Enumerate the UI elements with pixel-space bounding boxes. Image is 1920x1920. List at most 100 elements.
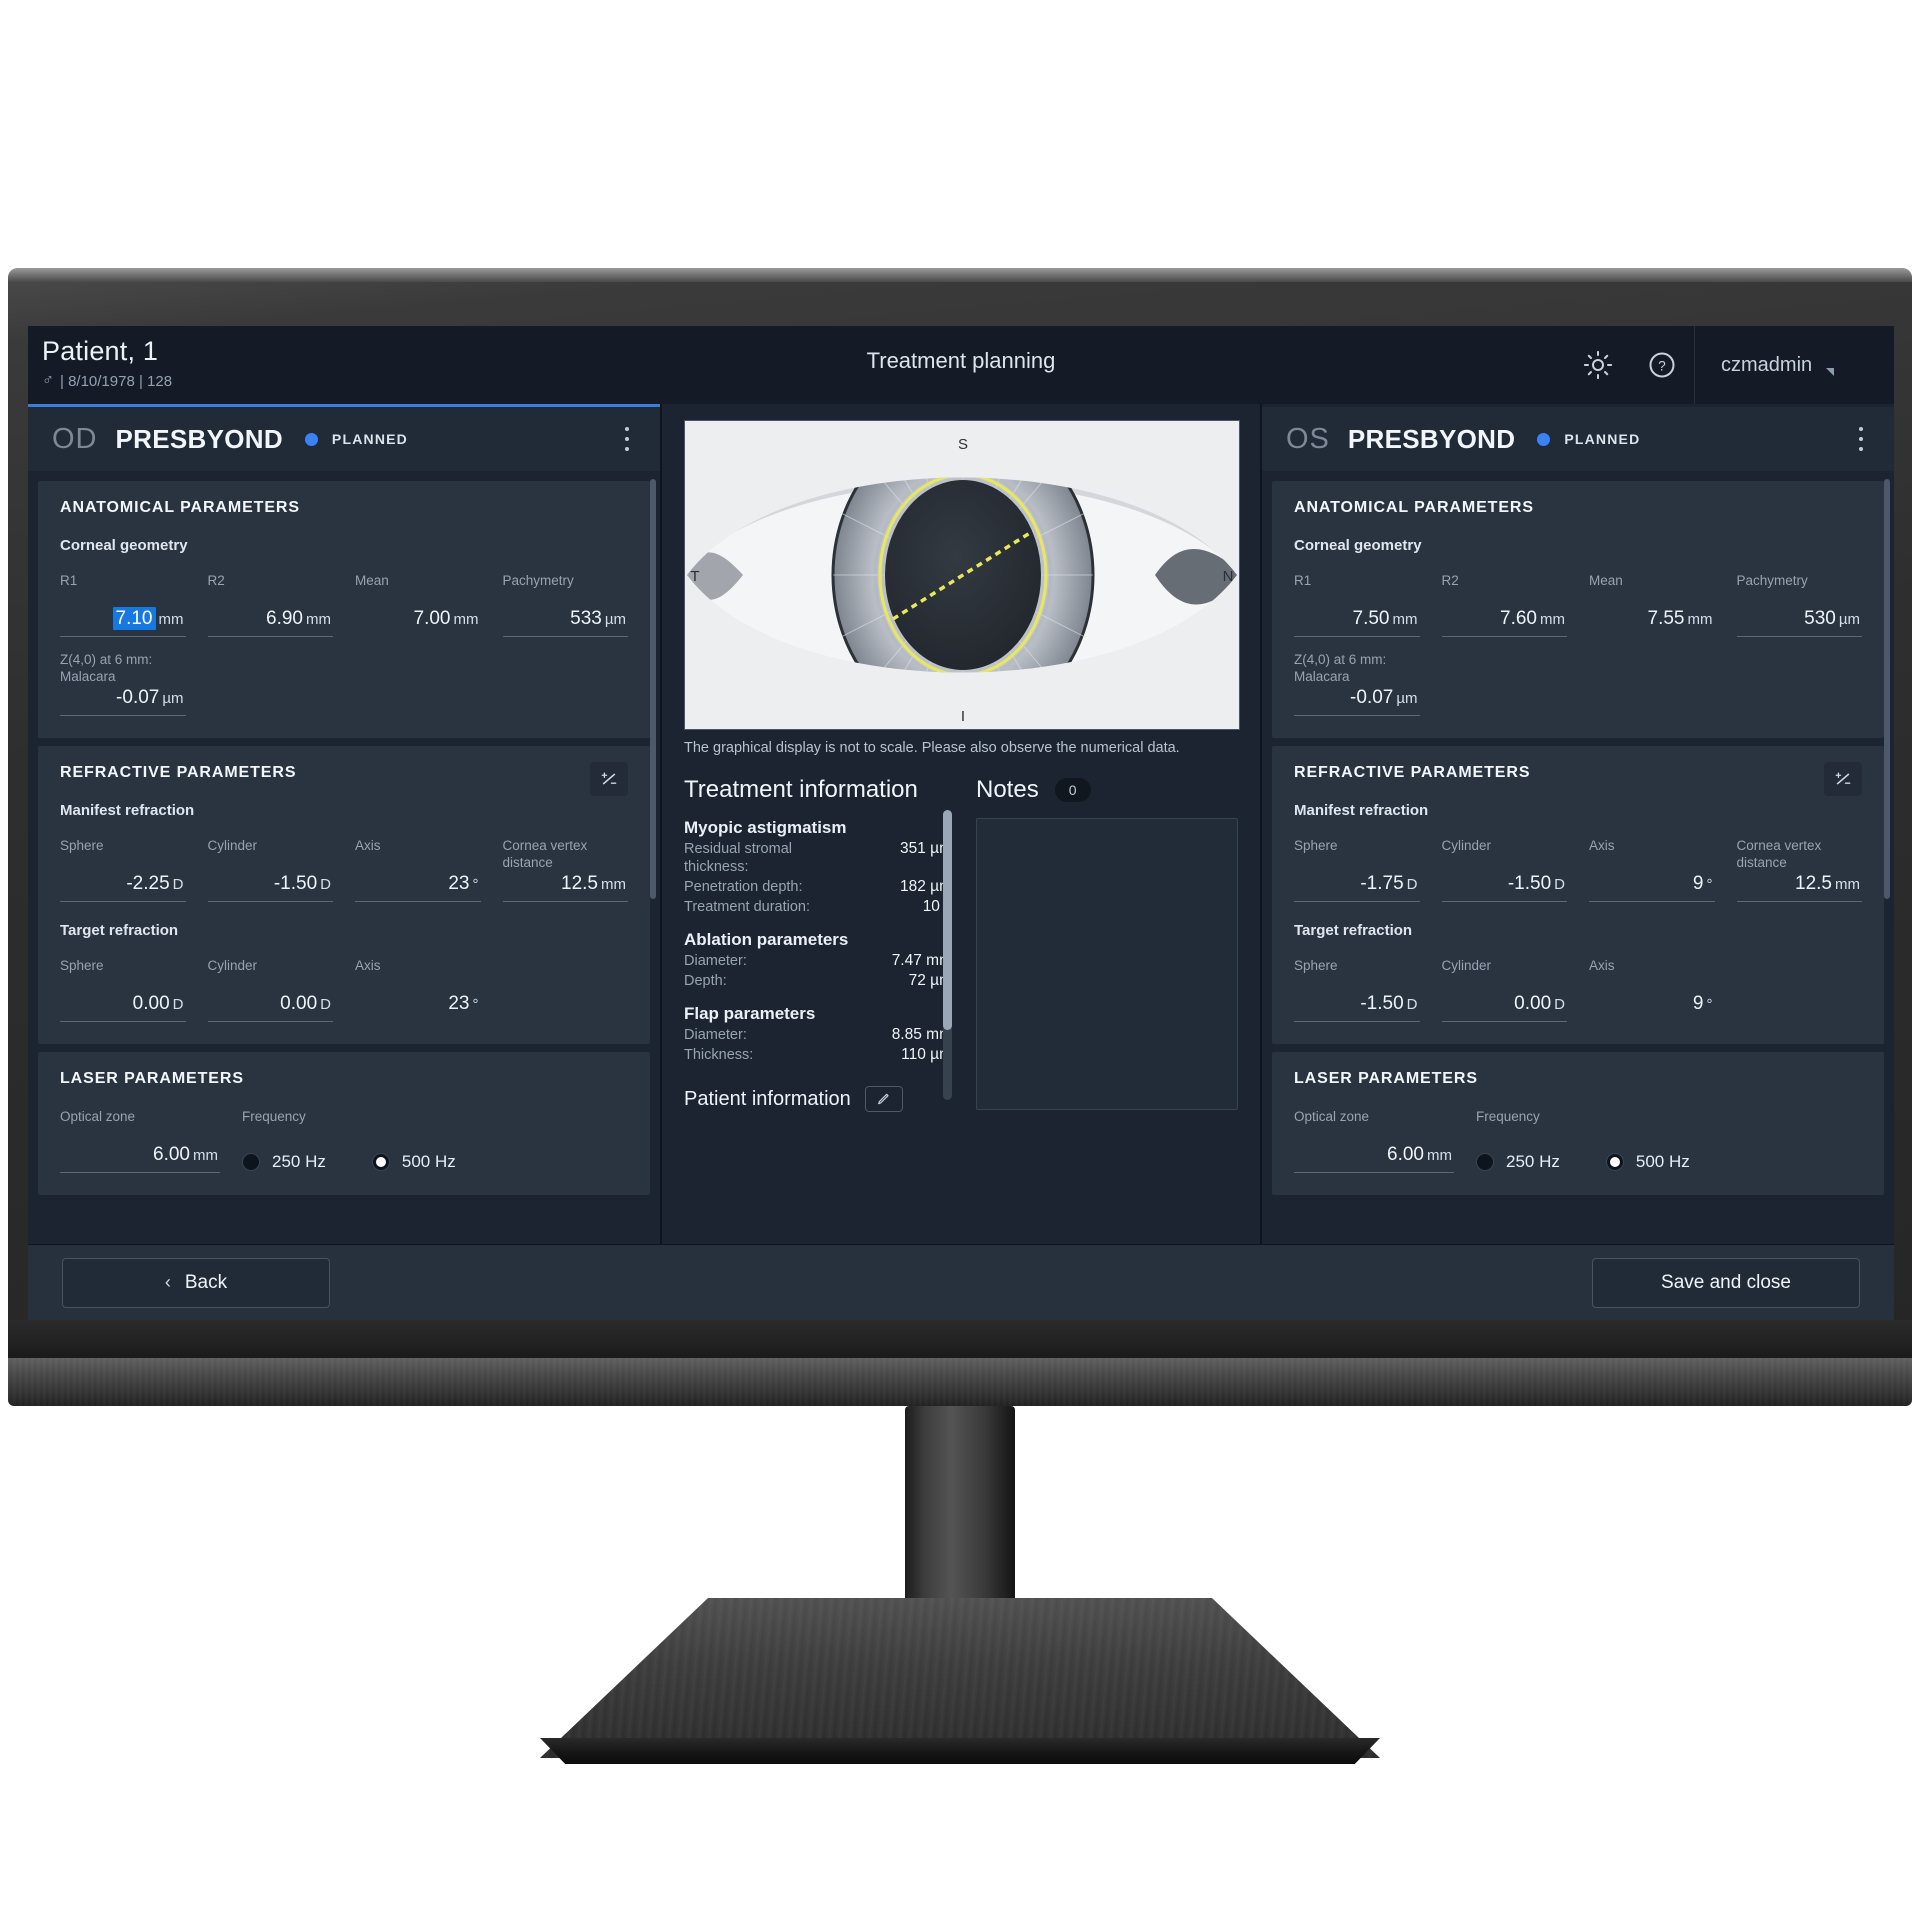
od-target-cylinder-field[interactable]: Cylinder 0.00 D <box>207 957 333 1022</box>
od-pachymetry-field[interactable]: Pachymetry 533 µm <box>502 572 628 637</box>
od-sign-toggle-button[interactable] <box>590 762 628 796</box>
od-status-dot-icon <box>304 432 318 446</box>
os-pachymetry-field[interactable]: Pachymetry 530 µm <box>1736 572 1862 637</box>
od-target-sphere-input[interactable]: 0.00 D <box>60 991 186 1022</box>
os-target-sphere-input[interactable]: -1.50 D <box>1294 991 1420 1022</box>
od-zernike-input[interactable]: -0.07 µm <box>60 685 186 716</box>
eye-label-temporal: T <box>690 568 699 585</box>
os-zernike-field[interactable]: Z(4,0) at 6 mm: Malacara -0.07 µm <box>1294 651 1420 716</box>
os-r1-field[interactable]: R1 7.50 mm <box>1294 572 1420 637</box>
od-cvd-field[interactable]: Cornea vertex distance 12.5 mm <box>502 837 628 902</box>
plus-minus-icon <box>601 772 617 785</box>
od-manifest-axis-input[interactable]: 23 ° <box>355 871 481 902</box>
os-scrollbar[interactable] <box>1884 479 1890 899</box>
os-zernike-fields: Z(4,0) at 6 mm: Malacara -0.07 µm <box>1294 651 1862 716</box>
info-area: Treatment information Myopic astigmatism… <box>662 776 1260 1244</box>
notes-panel: Notes 0 <box>962 776 1260 1244</box>
od-optical-zone-label: Optical zone <box>60 1109 136 1124</box>
os-r1-input[interactable]: 7.50 mm <box>1294 606 1420 637</box>
os-optical-zone-field[interactable]: Optical zone 6.00 mm <box>1294 1108 1454 1173</box>
od-zernike-field[interactable]: Z(4,0) at 6 mm: Malacara -0.07 µm <box>60 651 186 716</box>
os-spacer-3 <box>1737 651 1863 716</box>
od-frequency-radios: 250 Hz 500 Hz <box>242 1152 628 1172</box>
od-cvd-input[interactable]: 12.5 mm <box>502 871 628 902</box>
od-zernike-fields: Z(4,0) at 6 mm: Malacara -0.07 µm <box>60 651 628 716</box>
treatment-planning-app: Patient, 1 ♂ | 8/10/1978 | 128 Treatment… <box>28 326 1894 1320</box>
od-optical-zone-input[interactable]: 6.00 mm <box>60 1142 220 1173</box>
od-laser-title: LASER PARAMETERS <box>60 1070 244 1087</box>
od-pachymetry-input[interactable]: 533 µm <box>502 606 628 637</box>
od-manifest-cylinder-label: Cylinder <box>207 838 258 853</box>
od-manifest-sphere-field[interactable]: Sphere -2.25 D <box>60 837 186 902</box>
eye-diagram[interactable]: S I T N <box>684 420 1240 730</box>
edit-patient-info-button[interactable] <box>864 1086 903 1112</box>
os-optical-zone-input[interactable]: 6.00 mm <box>1294 1142 1454 1173</box>
help-button[interactable]: ? <box>1630 326 1694 404</box>
os-manifest-axis-input[interactable]: 9 ° <box>1589 871 1715 902</box>
chevron-down-icon <box>1826 368 1835 376</box>
od-frequency-250-radio[interactable]: 250 Hz <box>242 1152 326 1172</box>
os-target-axis-label: Axis <box>1589 958 1615 973</box>
os-target-cylinder-label: Cylinder <box>1441 958 1492 973</box>
os-target-sphere-field[interactable]: Sphere -1.50 D <box>1294 957 1420 1022</box>
user-menu[interactable]: czmadmin <box>1694 326 1894 404</box>
ti-row: Penetration depth: 182 µm <box>684 878 952 896</box>
os-frequency-250-radio[interactable]: 250 Hz <box>1476 1152 1560 1172</box>
os-sign-toggle-button[interactable] <box>1824 762 1862 796</box>
os-manifest-sphere-label: Sphere <box>1294 838 1338 853</box>
od-refractive-title: REFRACTIVE PARAMETERS <box>60 764 297 781</box>
ti-row: Treatment duration: 10 s <box>684 898 952 916</box>
back-button[interactable]: ‹ Back <box>62 1257 330 1308</box>
os-target-fields: Sphere -1.50 D Cylinder 0.00 D Axis 9 ° <box>1294 957 1862 1022</box>
od-manifest-axis-field[interactable]: Axis 23 ° <box>355 837 481 902</box>
od-target-sphere-field[interactable]: Sphere 0.00 D <box>60 957 186 1022</box>
os-manifest-cylinder-input[interactable]: -1.50 D <box>1441 871 1567 902</box>
monitor-screen: Patient, 1 ♂ | 8/10/1978 | 128 Treatment… <box>28 326 1894 1320</box>
os-cvd-field[interactable]: Cornea vertex distance 12.5 mm <box>1736 837 1862 902</box>
os-manifest-cylinder-field[interactable]: Cylinder -1.50 D <box>1441 837 1567 902</box>
save-and-close-button[interactable]: Save and close <box>1592 1257 1860 1308</box>
os-manifest-axis-field[interactable]: Axis 9 ° <box>1589 837 1715 902</box>
od-r1-field[interactable]: R1 7.10 mm <box>60 572 186 637</box>
os-zernike-input[interactable]: -0.07 µm <box>1294 685 1420 716</box>
svg-text:?: ? <box>1658 359 1666 374</box>
od-frequency-500-radio[interactable]: 500 Hz <box>371 1152 456 1172</box>
ti-row-key: Residual stromal thickness: <box>684 841 792 875</box>
os-pachymetry-input[interactable]: 530 µm <box>1736 606 1862 637</box>
od-manifest-cylinder-input[interactable]: -1.50 D <box>207 871 333 902</box>
od-target-cylinder-input[interactable]: 0.00 D <box>207 991 333 1022</box>
os-more-menu-icon[interactable] <box>1848 425 1874 453</box>
save-and-close-label: Save and close <box>1661 1271 1791 1293</box>
os-cvd-input[interactable]: 12.5 mm <box>1736 871 1862 902</box>
os-r2-field[interactable]: R2 7.60 mm <box>1441 572 1567 637</box>
user-name: czmadmin <box>1721 353 1813 376</box>
os-corneal-geometry-label: Corneal geometry <box>1294 537 1422 554</box>
od-r2-field[interactable]: R2 6.90 mm <box>207 572 333 637</box>
notes-textarea[interactable] <box>976 818 1238 1110</box>
od-scrollbar[interactable] <box>650 479 656 899</box>
od-frequency-500-label: 500 Hz <box>401 1152 456 1171</box>
od-more-menu-icon[interactable] <box>614 425 640 453</box>
os-target-cylinder-input[interactable]: 0.00 D <box>1441 991 1567 1022</box>
ti-row: Depth: 72 µm <box>684 972 952 990</box>
os-manifest-sphere-input[interactable]: -1.75 D <box>1294 871 1420 902</box>
od-manifest-sphere-input[interactable]: -2.25 D <box>60 871 186 902</box>
od-target-axis-value: 23 ° <box>448 993 479 1014</box>
od-optical-zone-field[interactable]: Optical zone 6.00 mm <box>60 1108 220 1173</box>
os-manifest-fields: Sphere -1.75D Cylinder -1.50D Axis 9° <box>1294 837 1862 902</box>
os-manifest-sphere-field[interactable]: Sphere -1.75 D <box>1294 837 1420 902</box>
os-frequency-500-radio[interactable]: 500 Hz <box>1605 1152 1690 1172</box>
brightness-button[interactable] <box>1566 326 1630 404</box>
od-corneal-fields: R1 7.10 mm R2 6.90 mm Mean 7.00 mm Pachy… <box>60 572 628 637</box>
radio-unchecked-icon <box>242 1153 260 1171</box>
od-r2-input[interactable]: 6.90 mm <box>207 606 333 637</box>
os-frequency-field: Frequency 250 Hz 500 Hz <box>1476 1108 1862 1173</box>
monitor-bottom-bezel <box>8 1358 1912 1406</box>
os-r2-input[interactable]: 7.60 mm <box>1441 606 1567 637</box>
od-r1-input[interactable]: 7.10 mm <box>60 606 186 637</box>
patient-block[interactable]: Patient, 1 ♂ | 8/10/1978 | 128 <box>42 336 172 390</box>
os-target-cylinder-field[interactable]: Cylinder 0.00 D <box>1441 957 1567 1022</box>
treatment-information-scrollbar[interactable] <box>943 810 952 1100</box>
os-mean-value: 7.55 mm <box>1647 608 1713 629</box>
od-manifest-cylinder-field[interactable]: Cylinder -1.50 D <box>207 837 333 902</box>
